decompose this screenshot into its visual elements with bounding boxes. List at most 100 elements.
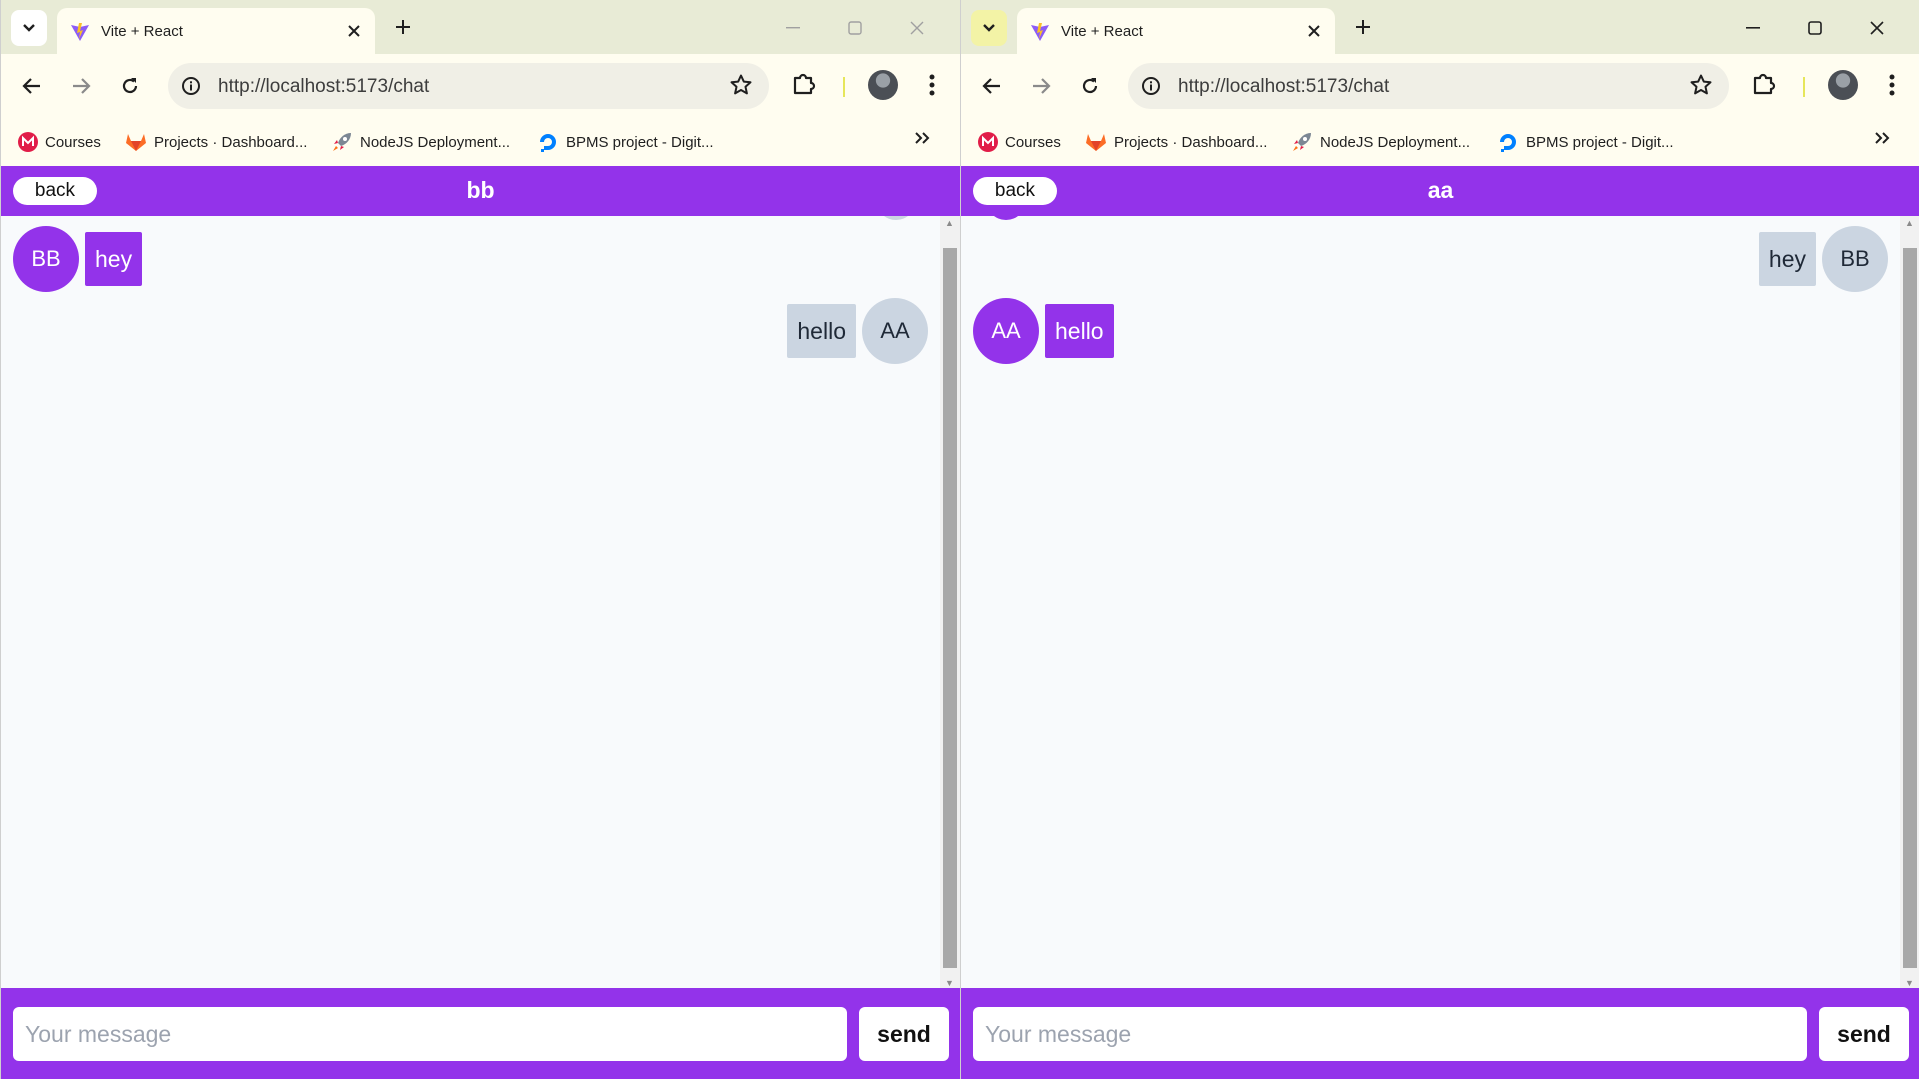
close-window-icon[interactable]: [902, 13, 932, 43]
url-text: http://localhost:5173/chat: [1178, 76, 1390, 97]
info-icon[interactable]: [179, 74, 203, 98]
reload-icon[interactable]: [114, 70, 146, 102]
close-icon[interactable]: [1303, 20, 1325, 42]
address-bar[interactable]: http://localhost:5173/chat: [1128, 63, 1729, 109]
plus-icon[interactable]: [389, 13, 417, 41]
scrollbar[interactable]: ▲ ▼: [940, 216, 960, 988]
puzzle-icon[interactable]: [1751, 70, 1777, 101]
double-chevron-right-icon[interactable]: [914, 130, 930, 151]
maximize-icon[interactable]: [840, 13, 870, 43]
browser-window-left: Vite + React http://localhost:5173/chat …: [0, 0, 960, 1079]
bookmark-label: BPMS project - Digit...: [566, 133, 714, 151]
star-icon[interactable]: [729, 73, 753, 102]
message-input[interactable]: [973, 1007, 1807, 1061]
browser-window-right: Vite + React http://localhost:5173/chat …: [960, 0, 1919, 1079]
double-chevron-right-icon[interactable]: [1874, 130, 1890, 151]
bookmark-label: BPMS project - Digit...: [1526, 133, 1674, 151]
bookmark-label: NodeJS Deployment...: [360, 133, 511, 151]
message-row: hey BB: [1758, 226, 1888, 292]
star-icon[interactable]: [1689, 73, 1713, 102]
bookmark-label: Projects · Dashboard...: [1114, 133, 1268, 151]
send-button[interactable]: send: [1819, 1007, 1909, 1061]
gitlab-logo-icon: [1086, 134, 1106, 151]
bookmark-courses[interactable]: Courses: [18, 130, 101, 154]
bookmark-projects[interactable]: Projects · Dashboard...: [125, 130, 307, 154]
toolbar-separator: [843, 77, 845, 97]
bookmark-nodejs[interactable]: NodeJS Deployment...: [1291, 130, 1470, 154]
rocket-icon: [333, 133, 351, 151]
bookmark-label: Courses: [45, 133, 101, 151]
chevron-down-icon[interactable]: [11, 10, 47, 46]
digitalocean-logo-icon: [1500, 134, 1516, 152]
chat-header: back bb: [1, 166, 960, 216]
message-list[interactable]: hey BB AA hello ▲ ▼: [961, 216, 1919, 988]
info-icon[interactable]: [1139, 74, 1163, 98]
scroll-down-arrow-icon[interactable]: ▼: [1905, 978, 1914, 988]
scrollbar-thumb[interactable]: [1903, 248, 1917, 968]
bookmark-courses[interactable]: Courses: [978, 130, 1061, 154]
minimize-icon[interactable]: [1738, 13, 1768, 43]
vite-logo-icon: [1030, 22, 1050, 47]
browser-tab[interactable]: Vite + React: [57, 8, 375, 54]
minimize-icon[interactable]: [778, 13, 808, 43]
bookmark-projects[interactable]: Projects · Dashboard...: [1085, 130, 1267, 154]
message-row: BB hey: [13, 226, 143, 292]
digitalocean-logo-icon: [540, 134, 556, 152]
send-button[interactable]: send: [859, 1007, 949, 1061]
avatar: [986, 216, 1026, 220]
message-bubble: hey: [85, 232, 143, 286]
close-icon[interactable]: [343, 20, 365, 42]
bookmarks-bar: Courses Projects · Dashboard... NodeJS D…: [961, 118, 1919, 166]
arrow-right-icon[interactable]: [1025, 70, 1057, 102]
scrollbar-thumb[interactable]: [943, 248, 957, 968]
message-composer: send: [961, 988, 1919, 1079]
tab-strip: Vite + React: [1, 0, 960, 54]
plus-icon[interactable]: [1349, 13, 1377, 41]
vite-logo-icon: [70, 22, 90, 47]
scrollbar[interactable]: ▲ ▼: [1900, 216, 1919, 988]
maximize-icon[interactable]: [1800, 13, 1830, 43]
close-window-icon[interactable]: [1862, 13, 1892, 43]
arrow-right-icon[interactable]: [65, 70, 97, 102]
message-bubble: hey: [1758, 232, 1816, 286]
scroll-up-arrow-icon[interactable]: ▲: [1905, 218, 1914, 228]
bookmark-label: Projects · Dashboard...: [154, 133, 308, 151]
avatar[interactable]: [1828, 70, 1858, 100]
arrow-left-icon[interactable]: [976, 70, 1008, 102]
avatar[interactable]: [868, 70, 898, 100]
message-bubble: hello: [787, 304, 856, 358]
puzzle-icon[interactable]: [791, 70, 817, 101]
chevron-down-icon[interactable]: [971, 10, 1007, 46]
chat-title: bb: [466, 177, 495, 203]
avatar: AA: [862, 298, 928, 364]
bookmark-bpms[interactable]: BPMS project - Digit...: [1497, 130, 1674, 154]
bookmark-bpms[interactable]: BPMS project - Digit...: [537, 130, 714, 154]
bookmark-label: NodeJS Deployment...: [1320, 133, 1471, 151]
rocket-icon: [1293, 133, 1311, 151]
browser-toolbar: http://localhost:5173/chat: [961, 54, 1919, 118]
courses-logo-icon: [978, 132, 998, 152]
message-list[interactable]: BB hey hello AA ▲ ▼: [1, 216, 960, 988]
arrow-left-icon[interactable]: [16, 70, 48, 102]
kebab-menu-icon[interactable]: [917, 70, 947, 100]
tab-title: Vite + React: [101, 23, 183, 40]
bookmark-nodejs[interactable]: NodeJS Deployment...: [331, 130, 510, 154]
browser-tab[interactable]: Vite + React: [1017, 8, 1335, 54]
reload-icon[interactable]: [1074, 70, 1106, 102]
browser-toolbar: http://localhost:5173/chat: [1, 54, 960, 118]
message-composer: send: [1, 988, 960, 1079]
tab-strip: Vite + React: [961, 0, 1919, 54]
scroll-down-arrow-icon[interactable]: ▼: [945, 978, 954, 988]
avatar: AA: [973, 298, 1039, 364]
gitlab-logo-icon: [126, 134, 146, 151]
message-row: AA hello: [973, 298, 1114, 364]
tab-title: Vite + React: [1061, 23, 1143, 40]
message-input[interactable]: [13, 1007, 847, 1061]
toolbar-separator: [1803, 77, 1805, 97]
bookmarks-bar: Courses Projects · Dashboard... NodeJS D…: [1, 118, 960, 166]
chat-title: aa: [1427, 177, 1454, 203]
scroll-up-arrow-icon[interactable]: ▲: [945, 218, 954, 228]
address-bar[interactable]: http://localhost:5173/chat: [168, 63, 769, 109]
chat-header: back aa: [961, 166, 1919, 216]
kebab-menu-icon[interactable]: [1877, 70, 1907, 100]
